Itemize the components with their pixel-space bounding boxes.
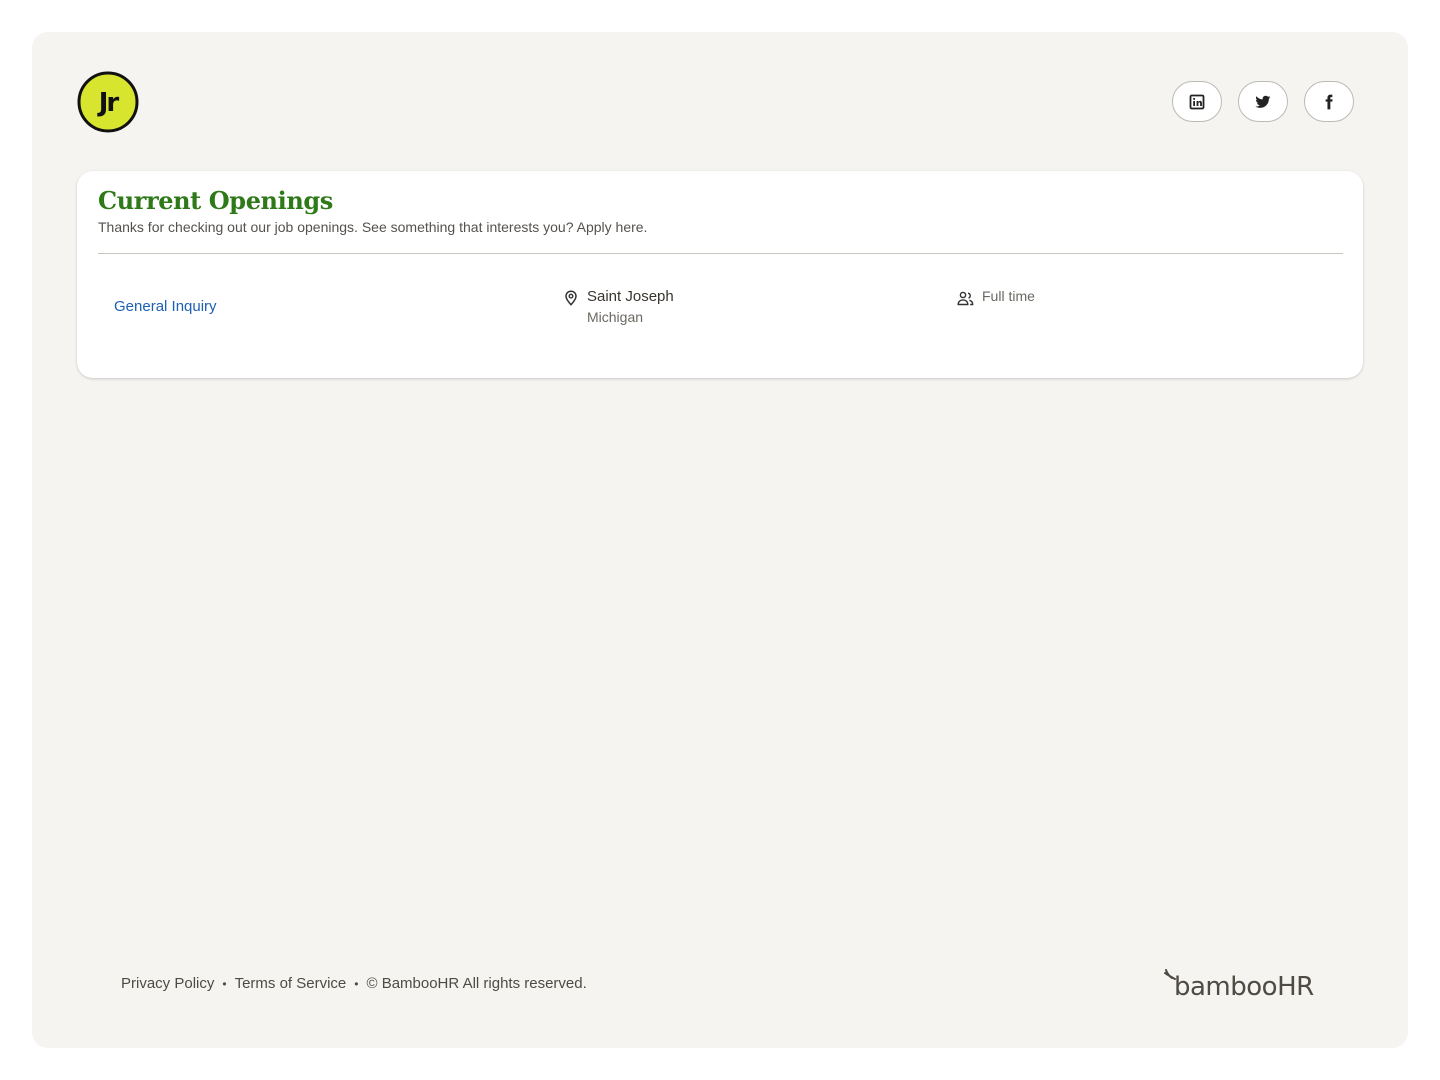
openings-title: Current Openings — [98, 186, 333, 215]
footer-separator: • — [354, 976, 359, 991]
privacy-policy-link[interactable]: Privacy Policy — [121, 975, 214, 992]
openings-subtitle: Thanks for checking out our job openings… — [98, 219, 648, 235]
svg-text:bambooHR: bambooHR — [1174, 972, 1314, 1002]
footer-separator: • — [222, 976, 227, 991]
job-title-link[interactable]: General Inquiry — [114, 298, 217, 315]
bamboohr-logo[interactable]: bambooHR — [1162, 968, 1322, 1002]
linkedin-button[interactable] — [1172, 81, 1222, 122]
twitter-icon — [1255, 95, 1271, 108]
jr-logo-icon: Jr — [77, 71, 139, 133]
job-location-city: Saint Joseph — [587, 288, 674, 305]
job-location-state: Michigan — [587, 309, 644, 325]
facebook-button[interactable] — [1304, 81, 1354, 122]
linkedin-icon — [1189, 94, 1205, 109]
footer: Privacy Policy • Terms of Service • © Ba… — [121, 975, 587, 992]
openings-card: Current Openings Thanks for checking out… — [77, 171, 1363, 378]
terms-of-service-link[interactable]: Terms of Service — [235, 975, 347, 992]
copyright-text: © BambooHR All rights reserved. — [366, 975, 587, 992]
svg-text:Jr: Jr — [97, 88, 120, 118]
person-icon — [957, 291, 974, 306]
job-type: Full time — [982, 288, 1035, 304]
twitter-button[interactable] — [1238, 81, 1288, 122]
social-links — [1172, 81, 1354, 122]
facebook-icon — [1325, 94, 1333, 109]
divider — [98, 253, 1343, 254]
location-pin-icon — [565, 290, 577, 306]
careers-page: Jr Current Openings Thanks for checking … — [32, 32, 1408, 1048]
company-logo[interactable]: Jr — [77, 71, 139, 133]
